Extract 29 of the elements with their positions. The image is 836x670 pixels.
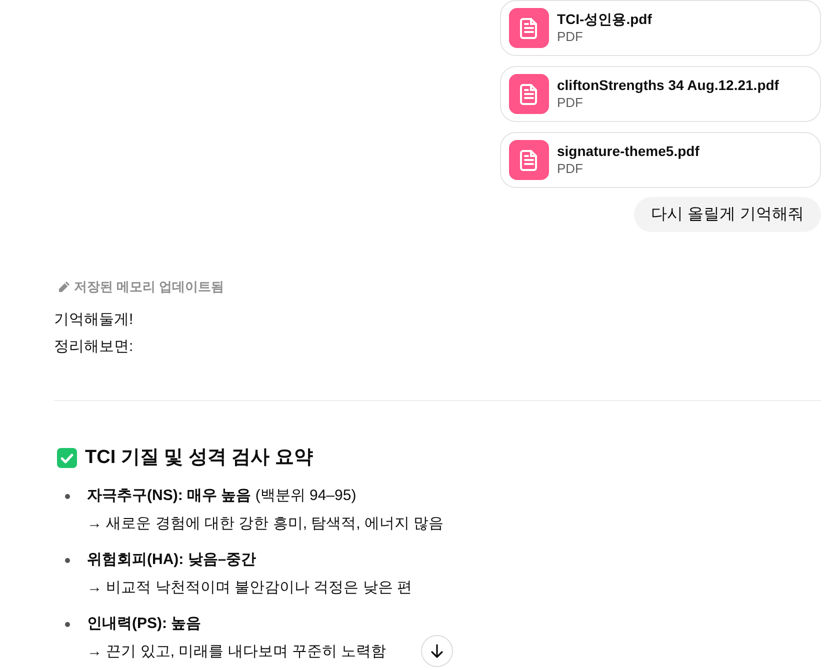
file-type: PDF [557,160,584,178]
file-attachment[interactable]: signature-theme5.pdf PDF [500,132,821,188]
bullet-icon [65,494,70,498]
file-attachment[interactable]: TCI-성인용.pdf PDF [500,0,821,56]
reply-text: 정리해보면: [54,337,134,357]
list-item-title: 인내력(PS): 높음 [87,614,202,634]
document-icon [509,8,549,48]
file-name: TCI-성인용.pdf [557,10,652,28]
list-item-detail: → 비교적 낙천적이며 불안감이나 걱정은 낮은 편 [87,578,412,598]
bullet-icon [65,622,70,626]
document-icon [509,140,549,180]
list-item-detail: → 새로운 경험에 대한 강한 흥미, 탐색적, 에너지 많음 [87,514,444,534]
document-icon [509,74,549,114]
file-attachment[interactable]: cliftonStrengths 34 Aug.12.21.pdf PDF [500,66,821,122]
reply-text: 기억해둘게! [54,310,134,330]
file-type: PDF [557,28,584,46]
arrow-down-icon [429,643,445,659]
scroll-down-button[interactable] [421,635,453,667]
user-message: 다시 올릴게 기억해줘 [634,197,821,232]
file-name: cliftonStrengths 34 Aug.12.21.pdf [557,76,779,94]
file-name: signature-theme5.pdf [557,142,700,160]
bullet-icon [65,558,70,562]
file-type: PDF [557,94,584,112]
list-item-title: 위험회피(HA): 낮음–중간 [87,550,258,570]
checkmark-icon [57,448,77,468]
section-heading: TCI 기질 및 성격 검사 요약 [85,446,313,470]
list-item-detail: → 끈기 있고, 미래를 내다보며 꾸준히 노력함 [87,642,386,662]
list-item-title: 자극추구(NS): 매우 높음 (백분위 94–95) [87,486,358,506]
pencil-icon [58,281,70,293]
